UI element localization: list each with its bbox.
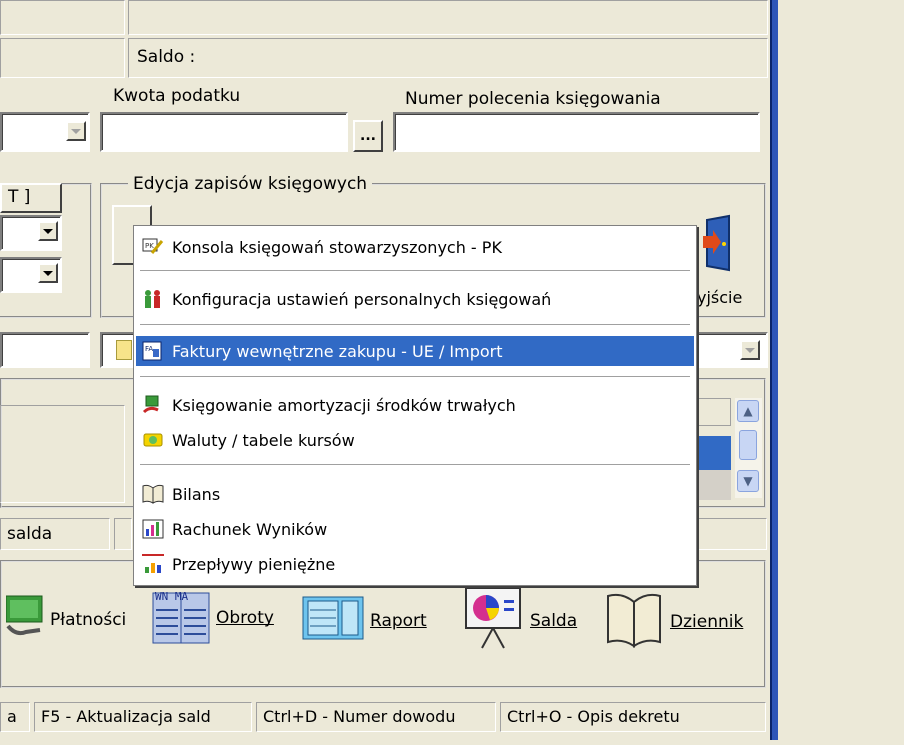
menu-item-przeplywy[interactable]: Przepływy pieniężne	[136, 549, 694, 579]
saldo-tab[interactable]: salda	[0, 518, 110, 550]
menu-item-label: Faktury wewnętrzne zakupu - UE / Import	[172, 341, 503, 361]
menu-item-konsola[interactable]: PK Konsola księgowań stowarzyszonych - P…	[136, 232, 694, 262]
chevron-down-icon[interactable]	[38, 263, 58, 283]
cashflow-chart-icon	[142, 553, 164, 575]
console-icon: PK	[142, 236, 164, 258]
income-chart-icon	[142, 518, 164, 540]
status-cell-0: a	[0, 702, 30, 732]
dziennik-button[interactable]: Dziennik	[604, 590, 743, 653]
tax-amount-input[interactable]	[100, 112, 348, 152]
wn-ma-text: WN MA	[155, 590, 189, 603]
menu-item-faktury[interactable]: FA Faktury wewnętrzne zakupu - UE / Impo…	[136, 336, 694, 366]
menu-separator	[140, 270, 690, 272]
saldo-small-cell	[114, 518, 132, 550]
scroll-down-icon[interactable]: ▼	[737, 470, 759, 492]
left-input-row3[interactable]	[0, 332, 90, 368]
obroty-label: Obroty	[216, 608, 274, 628]
edit-group-label: Edycja zapisów księgowych	[128, 174, 373, 194]
exit-door-icon[interactable]	[697, 214, 737, 272]
menu-item-label: Bilans	[172, 484, 221, 504]
exit-label[interactable]: yjście	[697, 288, 742, 307]
chevron-down-icon[interactable]	[740, 340, 760, 360]
context-menu: PK Konsola księgowań stowarzyszonych - P…	[133, 225, 697, 586]
saldo-panel: Saldo :	[128, 38, 768, 78]
menu-item-label: Konfiguracja ustawień personalnych księg…	[172, 289, 552, 309]
menu-item-waluty[interactable]: Waluty / tabele kursów	[136, 425, 694, 455]
obroty-button[interactable]: WN MA Obroty	[152, 590, 274, 644]
menu-item-label: Waluty / tabele kursów	[172, 430, 355, 450]
scroll-thumb[interactable]	[739, 430, 757, 460]
bracket-tab[interactable]: T ]	[0, 183, 62, 213]
salda-button[interactable]: Salda	[462, 586, 577, 655]
raport-label: Raport	[370, 610, 427, 631]
status-cell-f5: F5 - Aktualizacja sald	[34, 702, 252, 732]
menu-item-label: Konsola księgowań stowarzyszonych - PK	[172, 237, 502, 257]
platnosci-label: Płatności	[50, 609, 127, 630]
grid-selected-cell[interactable]	[697, 436, 731, 470]
depreciation-icon	[142, 394, 164, 416]
menu-item-label: Księgowanie amortyzacji środków trwałych	[172, 395, 516, 415]
ledger-wn-ma-icon: WN MA	[152, 590, 210, 644]
currency-icon	[142, 429, 164, 451]
left-field-row2	[0, 38, 125, 78]
balance-book-icon	[142, 483, 164, 505]
journal-book-icon	[604, 590, 664, 653]
people-config-icon	[142, 288, 164, 310]
posting-order-input[interactable]	[393, 112, 760, 152]
menu-item-rachunek[interactable]: Rachunek Wyników	[136, 514, 694, 544]
menu-item-bilans[interactable]: Bilans	[136, 479, 694, 509]
invoice-icon: FA	[142, 340, 164, 362]
menu-separator	[140, 464, 690, 466]
payments-icon	[5, 592, 44, 647]
presentation-chart-icon	[462, 586, 524, 655]
chevron-down-icon[interactable]	[38, 221, 58, 241]
notepad-icon	[116, 340, 132, 360]
desktop-background	[778, 0, 904, 745]
saldo-right-cell	[697, 518, 767, 550]
category-combo[interactable]	[0, 112, 90, 152]
platnosci-button[interactable]: Płatności	[5, 592, 127, 647]
window-frame-right	[770, 0, 778, 740]
menu-separator	[140, 324, 690, 326]
chevron-down-icon[interactable]	[66, 121, 86, 141]
menu-item-amortyzacja[interactable]: Księgowanie amortyzacji środków trwałych	[136, 390, 694, 420]
status-cell-ctrl-o: Ctrl+O - Opis dekretu	[500, 702, 766, 732]
grid-scrollbar[interactable]: ▲ ▼	[735, 398, 762, 498]
svg-text:FA: FA	[145, 345, 153, 353]
grid-header-cell	[697, 398, 731, 426]
menu-item-label: Rachunek Wyników	[172, 519, 328, 539]
ellipsis-button[interactable]: ...	[353, 120, 383, 152]
top-left-field	[0, 0, 125, 35]
menu-item-label: Przepływy pieniężne	[172, 554, 336, 574]
tax-amount-label: Kwota podatku	[113, 86, 241, 106]
menu-separator	[140, 376, 690, 378]
salda-label: Salda	[530, 610, 578, 631]
dziennik-label: Dziennik	[670, 611, 744, 632]
left-combo-1[interactable]	[0, 215, 62, 251]
grid-cell[interactable]	[697, 470, 731, 500]
report-icon	[302, 596, 364, 645]
saldo-label: Saldo :	[137, 47, 196, 67]
svg-text:PK: PK	[145, 242, 154, 250]
status-cell-ctrl-d: Ctrl+D - Numer dowodu	[256, 702, 496, 732]
grid-left-cell	[0, 405, 125, 503]
left-combo-2[interactable]	[0, 257, 62, 293]
raport-button[interactable]: Raport	[302, 596, 427, 645]
saldo-tab-label: salda	[7, 524, 53, 544]
posting-order-label: Numer polecenia księgowania	[405, 89, 661, 109]
menu-item-konfiguracja[interactable]: Konfiguracja ustawień personalnych księg…	[136, 284, 694, 314]
scroll-up-icon[interactable]: ▲	[737, 400, 759, 422]
top-right-field	[128, 0, 768, 35]
